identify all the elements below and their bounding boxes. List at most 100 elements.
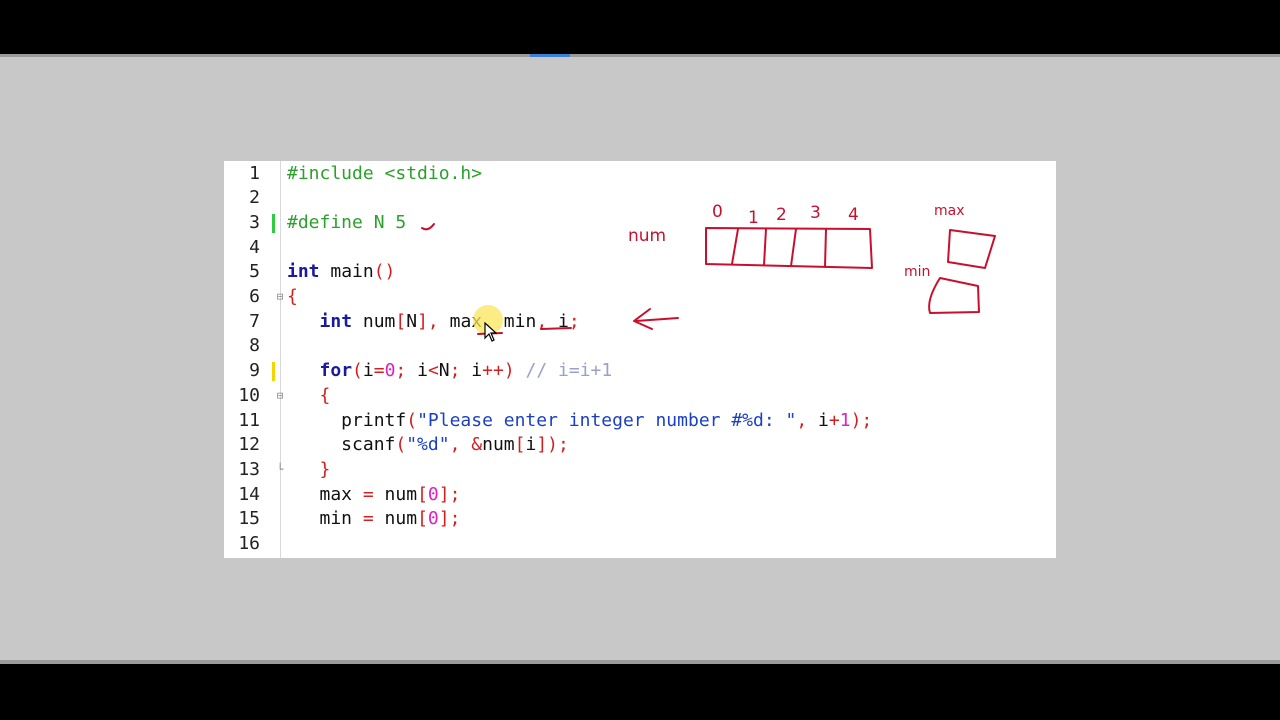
code-line[interactable]: 5 int main() bbox=[224, 260, 1056, 285]
fold-toggle-icon[interactable]: ⊟ bbox=[275, 285, 285, 310]
code-line[interactable]: 13 └ } bbox=[224, 458, 1056, 483]
code-line[interactable]: 12 scanf("%d", &num[i]); bbox=[224, 433, 1056, 458]
code-token: ; bbox=[449, 360, 461, 382]
code-token: ], bbox=[417, 310, 439, 332]
code-token: ]; bbox=[438, 483, 461, 505]
code-token: ( bbox=[406, 409, 418, 431]
line-code[interactable]: int main() bbox=[287, 260, 395, 285]
code-token: } bbox=[319, 458, 331, 480]
code-token: & bbox=[460, 434, 483, 456]
code-token: num bbox=[373, 508, 418, 530]
code-token: #include <stdio.h> bbox=[287, 162, 483, 184]
code-line[interactable]: 9 for(i=0; i<N; i++) // i=i+1 bbox=[224, 359, 1056, 384]
code-line[interactable]: 7 int num[N], max, min, i; bbox=[224, 310, 1056, 335]
line-number: 3 bbox=[249, 211, 260, 233]
code-token: "Please enter integer number #%d: " bbox=[417, 409, 797, 431]
line-number: 11 bbox=[238, 409, 260, 431]
bottom-black-bar bbox=[0, 664, 1280, 720]
code-line[interactable]: 2 bbox=[224, 186, 1056, 211]
code-token: i bbox=[460, 360, 483, 382]
code-token: = bbox=[362, 483, 374, 505]
code-token: { bbox=[319, 384, 331, 406]
code-token: ); bbox=[850, 409, 873, 431]
code-line[interactable]: 15 min = num[0]; bbox=[224, 507, 1056, 532]
code-line[interactable]: 14 max = num[0]; bbox=[224, 483, 1056, 508]
top-black-bar bbox=[0, 0, 1280, 54]
code-token: [ bbox=[417, 483, 428, 505]
code-line[interactable]: 1 #include <stdio.h> bbox=[224, 162, 1056, 187]
fold-toggle-icon[interactable]: └ bbox=[275, 458, 285, 483]
line-code[interactable]: { bbox=[287, 384, 331, 409]
code-token: num bbox=[482, 434, 515, 456]
change-marker bbox=[272, 362, 275, 382]
line-code[interactable]: max = num[0]; bbox=[287, 483, 461, 508]
line-code[interactable]: { bbox=[287, 285, 298, 310]
code-token: i bbox=[525, 434, 537, 456]
line-code[interactable]: #include <stdio.h> bbox=[287, 162, 482, 187]
code-editor[interactable]: 1 #include <stdio.h> 2 3 #define N 5 4 5 int ma… bbox=[224, 161, 1056, 558]
code-token: [ bbox=[395, 310, 407, 332]
code-token: i bbox=[406, 360, 428, 382]
code-token: { bbox=[287, 286, 298, 307]
line-code[interactable]: } bbox=[287, 458, 331, 483]
code-token: () bbox=[373, 261, 396, 283]
line-number: 2 bbox=[249, 187, 260, 209]
code-token: ; bbox=[568, 310, 580, 332]
fold-toggle-icon[interactable]: ⊟ bbox=[275, 384, 285, 409]
line-number: 16 bbox=[238, 533, 260, 554]
code-token: , bbox=[536, 310, 548, 332]
code-token: // i=i+1 bbox=[514, 360, 613, 382]
code-token: max bbox=[287, 483, 363, 505]
code-token: ++) bbox=[482, 360, 515, 382]
code-token: ]; bbox=[438, 508, 461, 530]
code-token: scanf bbox=[287, 434, 396, 456]
code-token: N bbox=[406, 310, 418, 332]
code-line[interactable]: 6 ⊟{ bbox=[224, 285, 1056, 310]
line-code[interactable]: printf("Please enter integer number #%d:… bbox=[287, 409, 872, 434]
code-line[interactable]: 4 bbox=[224, 236, 1056, 261]
line-code[interactable]: scanf("%d", &num[i]); bbox=[287, 433, 569, 458]
code-token: num bbox=[373, 483, 418, 505]
line-number: 1 bbox=[249, 162, 260, 184]
code-token: ( bbox=[352, 360, 363, 382]
code-token: ( bbox=[395, 434, 407, 456]
code-token: , bbox=[449, 434, 461, 456]
code-token: 1 bbox=[839, 409, 851, 431]
code-line[interactable]: 3 #define N 5 bbox=[224, 211, 1056, 236]
code-line[interactable]: 16 bbox=[224, 532, 1056, 557]
line-number: 8 bbox=[249, 335, 260, 357]
code-token: = bbox=[373, 360, 385, 382]
code-token: 0 bbox=[384, 360, 396, 382]
code-token: + bbox=[828, 409, 840, 431]
line-number: 14 bbox=[238, 483, 260, 505]
line-number: 7 bbox=[249, 310, 260, 332]
code-token: i bbox=[547, 310, 569, 332]
code-token: min bbox=[287, 508, 363, 530]
code-token: 0 bbox=[427, 483, 439, 505]
code-token: i bbox=[362, 360, 374, 382]
line-number: 10 bbox=[238, 384, 260, 406]
code-line[interactable]: 11 printf("Please enter integer number #… bbox=[224, 409, 1056, 434]
change-marker bbox=[272, 213, 275, 233]
code-token: [ bbox=[417, 508, 428, 530]
code-token: N bbox=[438, 360, 450, 382]
code-token: 0 bbox=[427, 508, 439, 530]
code-token: int bbox=[287, 261, 320, 283]
line-number: 13 bbox=[238, 458, 260, 480]
code-token: for bbox=[319, 360, 353, 382]
code-line[interactable]: 8 bbox=[224, 334, 1056, 359]
line-number: 15 bbox=[238, 508, 260, 530]
line-code[interactable]: for(i=0; i<N; i++) // i=i+1 bbox=[287, 359, 613, 384]
line-code[interactable]: int num[N], max, min, i; bbox=[287, 310, 580, 335]
mouse-pointer-icon bbox=[484, 322, 498, 342]
code-token: i bbox=[807, 409, 829, 431]
line-code[interactable]: min = num[0]; bbox=[287, 507, 461, 532]
line-number: 12 bbox=[238, 434, 260, 456]
line-code[interactable]: #define N 5 bbox=[287, 211, 406, 236]
code-token: num bbox=[352, 310, 396, 332]
line-number: 4 bbox=[249, 236, 260, 258]
code-line[interactable]: 10 ⊟ { bbox=[224, 384, 1056, 409]
